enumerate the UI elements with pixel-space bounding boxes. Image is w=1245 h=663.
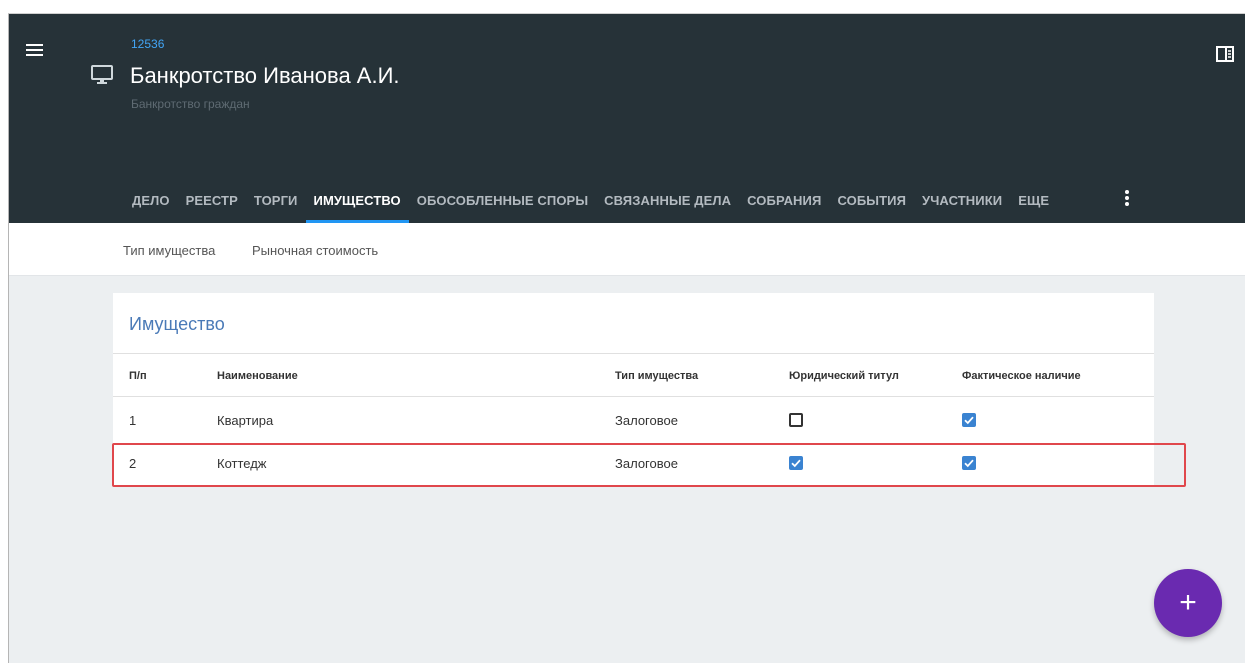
plus-icon: + [1179, 586, 1197, 619]
check-icon [964, 416, 974, 425]
app-window: 12536 Банкротство Иванова А.И. Банкротст… [8, 13, 1245, 663]
tab-delo[interactable]: ДЕЛО [124, 184, 178, 223]
row-number: 2 [129, 456, 137, 471]
subtab-property-type[interactable]: Тип имущества [123, 243, 215, 258]
case-number: 12536 [131, 37, 165, 51]
column-header-name: Наименование [217, 370, 298, 382]
subtab-market-value[interactable]: Рыночная стоимость [252, 243, 378, 258]
check-icon [964, 459, 974, 468]
row-number: 1 [129, 413, 137, 428]
more-vert-icon[interactable] [1125, 190, 1129, 208]
row-type: Залоговое [615, 413, 678, 428]
card-title: Имущество [129, 314, 225, 334]
add-button[interactable]: + [1154, 569, 1222, 637]
divider [113, 353, 1154, 354]
column-header-number: П/п [129, 370, 147, 382]
row-name: Коттедж [217, 456, 267, 471]
hamburger-menu-icon[interactable] [26, 44, 43, 57]
tab-torgi[interactable]: ТОРГИ [246, 184, 306, 223]
property-card: Имущество П/п Наименование Тип имущества… [113, 293, 1154, 487]
column-header-actual-presence: Фактическое наличие [962, 370, 1081, 382]
actual-presence-checkbox[interactable] [962, 413, 976, 427]
legal-title-checkbox[interactable] [789, 456, 803, 470]
monitor-icon [91, 65, 113, 84]
row-divider [113, 443, 1154, 444]
tab-svyazannye-dela[interactable]: СВЯЗАННЫЕ ДЕЛА [596, 184, 739, 223]
column-header-type: Тип имущества [615, 370, 699, 382]
row-divider [113, 396, 1154, 397]
sub-navigation: Тип имущества Рыночная стоимость [9, 223, 1245, 276]
side-panel-icon[interactable] [1216, 46, 1234, 62]
actual-presence-checkbox[interactable] [962, 456, 976, 470]
case-subtitle: Банкротство граждан [131, 97, 250, 111]
tab-sobytiya[interactable]: СОБЫТИЯ [829, 184, 914, 223]
main-tabs: ДЕЛО РЕЕСТР ТОРГИ ИМУЩЕСТВО ОБОСОБЛЕННЫЕ… [124, 184, 1057, 223]
column-header-legal-title: Юридический титул [789, 370, 899, 382]
check-icon [791, 459, 801, 468]
tab-eshche[interactable]: ЕЩЕ [1010, 184, 1057, 223]
legal-title-checkbox[interactable] [789, 413, 803, 427]
tab-uchastniki[interactable]: УЧАСТНИКИ [914, 184, 1010, 223]
tab-sobraniya[interactable]: СОБРАНИЯ [739, 184, 829, 223]
app-header: 12536 Банкротство Иванова А.И. Банкротст… [9, 14, 1245, 223]
tab-reestr[interactable]: РЕЕСТР [178, 184, 246, 223]
row-type: Залоговое [615, 456, 678, 471]
tab-obosoblennye-spory[interactable]: ОБОСОБЛЕННЫЕ СПОРЫ [409, 184, 596, 223]
row-name: Квартира [217, 413, 274, 428]
page-title: Банкротство Иванова А.И. [130, 63, 400, 88]
tab-imushchestvo[interactable]: ИМУЩЕСТВО [305, 184, 409, 223]
